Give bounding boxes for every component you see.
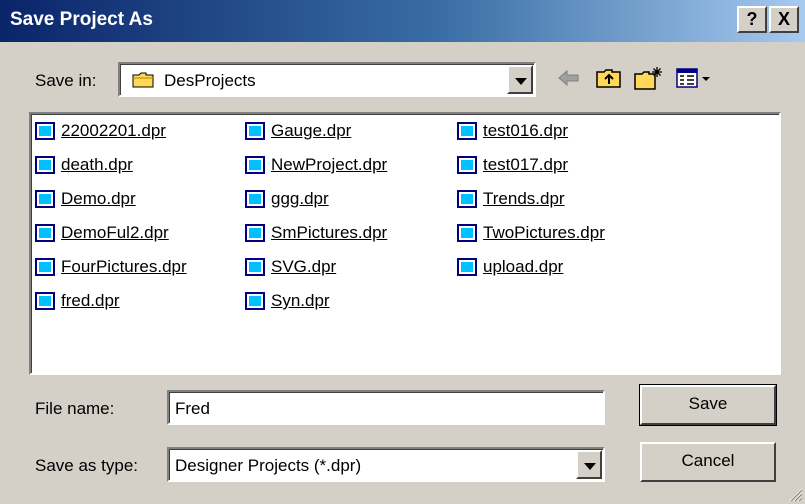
file-name-text: upload.dpr bbox=[483, 257, 564, 276]
project-file-icon bbox=[457, 122, 477, 140]
project-file-icon bbox=[35, 258, 55, 276]
save-as-type-label: Save as type: bbox=[35, 456, 139, 475]
project-file-icon bbox=[35, 190, 55, 208]
file-item[interactable]: death.dpr bbox=[35, 152, 133, 178]
project-file-icon bbox=[35, 224, 55, 242]
save-button[interactable]: Save bbox=[639, 384, 777, 426]
title-bar[interactable]: Save Project As ? X bbox=[0, 0, 805, 42]
resize-grip-icon[interactable] bbox=[787, 486, 803, 502]
file-list[interactable]: 22002201.dpr death.dpr Demo.dpr DemoFul2.dp… bbox=[29, 112, 781, 375]
save-in-value: DesProjects bbox=[164, 71, 256, 90]
file-name-text: NewProject.dpr bbox=[271, 155, 388, 174]
new-folder-icon[interactable] bbox=[633, 66, 663, 92]
folder-icon bbox=[132, 72, 154, 88]
project-file-icon bbox=[245, 190, 265, 208]
project-file-icon bbox=[457, 156, 477, 174]
file-name-text: ggg.dpr bbox=[271, 189, 329, 208]
dialog-title: Save Project As bbox=[10, 9, 153, 30]
close-button[interactable]: X bbox=[769, 6, 799, 33]
project-file-icon bbox=[457, 224, 477, 242]
file-name-text: Demo.dpr bbox=[61, 189, 136, 208]
file-name-text: fred.dpr bbox=[61, 291, 120, 310]
file-item[interactable]: DemoFul2.dpr bbox=[35, 220, 169, 246]
file-name-text: TwoPictures.dpr bbox=[483, 223, 605, 242]
project-file-icon bbox=[245, 258, 265, 276]
file-item[interactable]: Syn.dpr bbox=[245, 288, 330, 314]
file-item[interactable]: Gauge.dpr bbox=[245, 118, 351, 144]
file-name-text: FourPictures.dpr bbox=[61, 257, 187, 276]
up-one-level-icon[interactable] bbox=[595, 66, 623, 90]
file-item[interactable]: Demo.dpr bbox=[35, 186, 136, 212]
file-item[interactable]: SmPictures.dpr bbox=[245, 220, 387, 246]
file-item[interactable]: FourPictures.dpr bbox=[35, 254, 187, 280]
project-file-icon bbox=[35, 122, 55, 140]
file-item[interactable]: TwoPictures.dpr bbox=[457, 220, 605, 246]
file-name-text: test016.dpr bbox=[483, 121, 569, 140]
back-arrow-icon[interactable] bbox=[556, 66, 582, 90]
file-item[interactable]: Trends.dpr bbox=[457, 186, 565, 212]
project-file-icon bbox=[245, 292, 265, 310]
file-item[interactable]: test016.dpr bbox=[457, 118, 568, 144]
save-as-type-value: Designer Projects (*.dpr) bbox=[175, 456, 362, 475]
file-name-label: File name: bbox=[35, 399, 115, 418]
views-menu-icon[interactable] bbox=[675, 66, 713, 90]
file-name-text: test017.dpr bbox=[483, 155, 569, 174]
file-name-text: 22002201.dpr bbox=[61, 121, 166, 140]
help-button[interactable]: ? bbox=[737, 6, 767, 33]
file-item[interactable]: fred.dpr bbox=[35, 288, 120, 314]
file-name-text: death.dpr bbox=[61, 155, 133, 174]
file-item[interactable]: ggg.dpr bbox=[245, 186, 329, 212]
file-name-text: SmPictures.dpr bbox=[271, 223, 388, 242]
save-in-label: Save in: bbox=[35, 71, 97, 90]
project-file-icon bbox=[35, 292, 55, 310]
file-name-text: SVG.dpr bbox=[271, 257, 337, 276]
file-item[interactable]: upload.dpr bbox=[457, 254, 563, 280]
project-file-icon bbox=[457, 258, 477, 276]
file-name-text: DemoFul2.dpr bbox=[61, 223, 169, 242]
file-name-text: Trends.dpr bbox=[483, 189, 565, 208]
project-file-icon bbox=[35, 156, 55, 174]
file-name-text: Gauge.dpr bbox=[271, 121, 352, 140]
file-item[interactable]: NewProject.dpr bbox=[245, 152, 387, 178]
file-item[interactable]: SVG.dpr bbox=[245, 254, 336, 280]
save-as-type-dropdown-arrow[interactable] bbox=[576, 450, 602, 479]
file-name-text: Syn.dpr bbox=[271, 291, 330, 310]
cancel-button[interactable]: Cancel bbox=[640, 442, 776, 482]
project-file-icon bbox=[245, 122, 265, 140]
save-in-dropdown-arrow[interactable] bbox=[507, 65, 533, 94]
file-item[interactable]: 22002201.dpr bbox=[35, 118, 166, 144]
project-file-icon bbox=[245, 156, 265, 174]
save-in-dropdown[interactable]: DesProjects bbox=[118, 62, 536, 97]
save-as-type-dropdown[interactable]: Designer Projects (*.dpr) bbox=[167, 447, 605, 482]
file-item[interactable]: test017.dpr bbox=[457, 152, 568, 178]
project-file-icon bbox=[245, 224, 265, 242]
project-file-icon bbox=[457, 190, 477, 208]
file-name-value: Fred bbox=[175, 399, 210, 418]
file-name-field[interactable]: Fred bbox=[167, 390, 605, 425]
